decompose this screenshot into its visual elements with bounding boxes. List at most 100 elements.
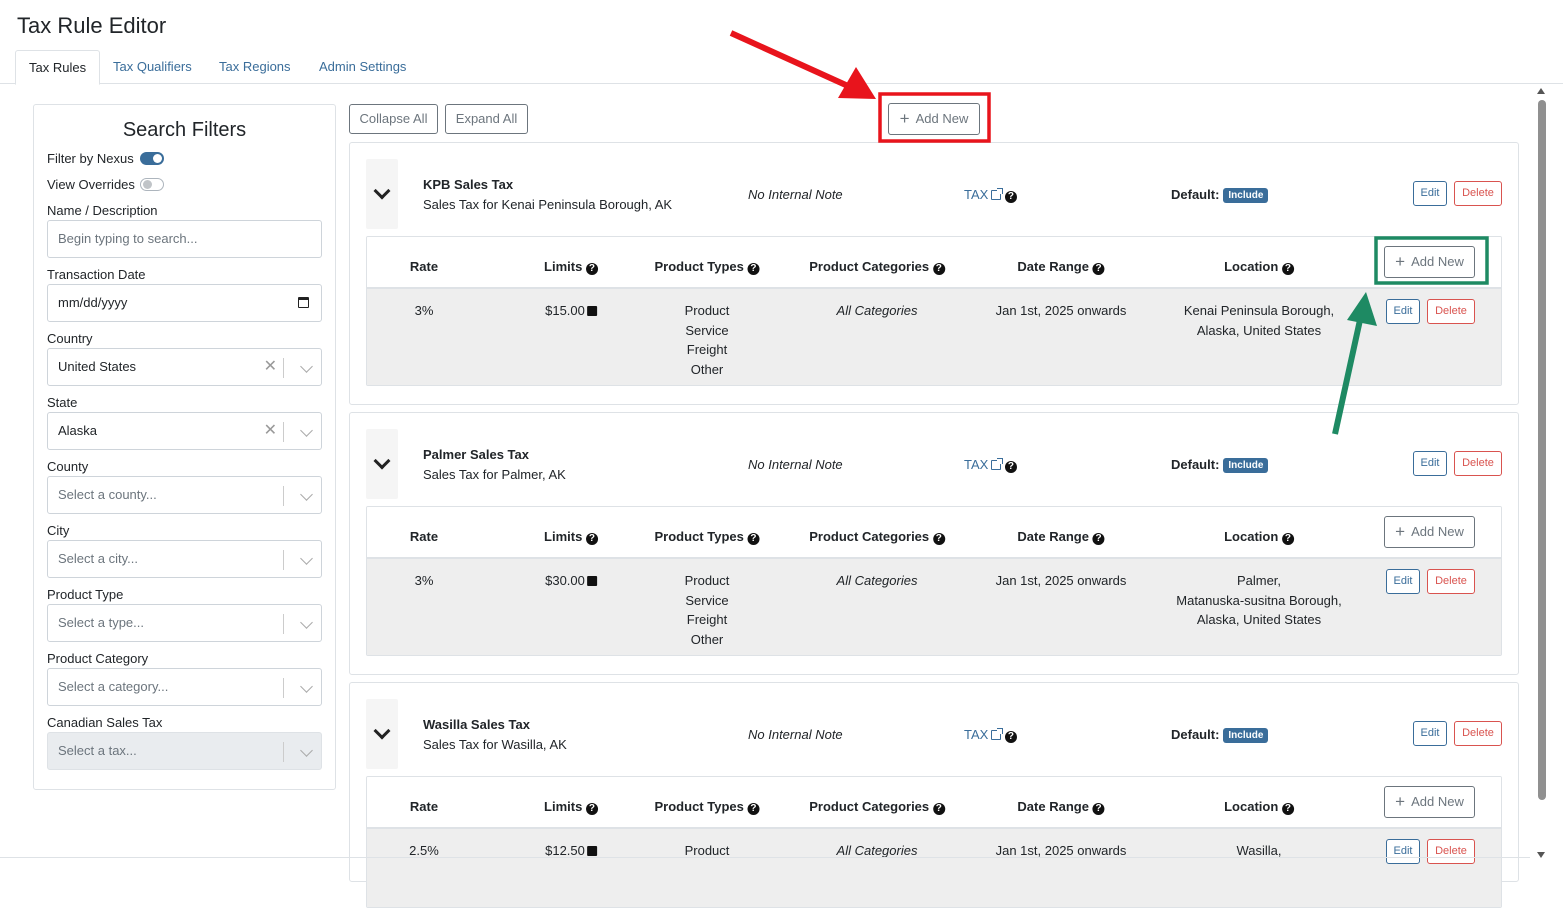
delete-rate-button[interactable]: Delete	[1427, 839, 1475, 864]
help-icon[interactable]: ?	[585, 803, 598, 815]
box-icon[interactable]	[586, 846, 597, 856]
chevron-down-icon[interactable]	[300, 488, 313, 501]
limit-value: $30.00	[545, 573, 585, 588]
edit-rate-button[interactable]: Edit	[1386, 839, 1420, 864]
tab-tax-regions[interactable]: Tax Regions	[206, 50, 304, 84]
help-icon[interactable]: ?	[747, 263, 760, 275]
tax-link[interactable]: TAX ?	[964, 187, 1017, 203]
filter-by-nexus-toggle[interactable]	[140, 152, 164, 165]
column-header: Date Range ?	[1017, 529, 1105, 545]
tax-link-label[interactable]: TAX	[964, 457, 988, 472]
transaction-date-input[interactable]: mm/dd/yyyy	[47, 284, 322, 322]
chevron-down-icon[interactable]	[300, 360, 313, 373]
external-link-icon[interactable]	[991, 458, 1004, 470]
add-rule-button[interactable]: + Add New	[888, 103, 980, 135]
state-select[interactable]: Alaska ✕	[47, 412, 322, 450]
edit-rule-button[interactable]: Edit	[1413, 451, 1447, 476]
include-badge: Include	[1223, 728, 1269, 743]
collapse-toggle-chevron-icon[interactable]	[366, 699, 398, 769]
canadian-placeholder: Select a tax...	[58, 743, 137, 758]
collapse-all-button[interactable]: Collapse All	[349, 104, 438, 134]
expand-all-button[interactable]: Expand All	[445, 104, 528, 134]
column-header: Limits ?	[544, 799, 598, 815]
scrollbar-thumb[interactable]	[1538, 100, 1546, 800]
external-link-icon[interactable]	[991, 188, 1004, 200]
product-category-select[interactable]: Select a category...	[47, 668, 322, 706]
help-icon[interactable]: ?	[1004, 191, 1017, 203]
categories-cell: All Categories	[836, 573, 918, 588]
help-icon[interactable]: ?	[1281, 533, 1294, 545]
edit-rule-button[interactable]: Edit	[1413, 181, 1447, 206]
chevron-down-icon[interactable]	[300, 616, 313, 629]
edit-rule-button[interactable]: Edit	[1413, 721, 1447, 746]
product-type-select[interactable]: Select a type...	[47, 604, 322, 642]
tab-admin-settings[interactable]: Admin Settings	[306, 50, 419, 84]
delete-rate-button[interactable]: Delete	[1427, 299, 1475, 324]
edit-rate-button[interactable]: Edit	[1386, 299, 1420, 324]
product-category-label: Product Category	[47, 651, 149, 666]
chevron-down-icon[interactable]	[300, 680, 313, 693]
product-type-label: Product Type	[47, 587, 124, 602]
help-icon[interactable]: ?	[1092, 803, 1105, 815]
add-rate-button[interactable]: + Add New	[1384, 786, 1475, 818]
help-icon[interactable]: ?	[1092, 263, 1105, 275]
city-select[interactable]: Select a city...	[47, 540, 322, 578]
delete-rule-button[interactable]: Delete	[1454, 451, 1502, 476]
tax-link-label[interactable]: TAX	[964, 727, 988, 742]
delete-rate-button[interactable]: Delete	[1427, 569, 1475, 594]
country-select[interactable]: United States ✕	[47, 348, 322, 386]
delete-rule-button[interactable]: Delete	[1454, 721, 1502, 746]
help-icon[interactable]: ?	[585, 263, 598, 275]
help-icon[interactable]: ?	[932, 803, 945, 815]
scrollbar[interactable]	[1536, 88, 1546, 858]
help-icon[interactable]: ?	[1004, 461, 1017, 473]
column-header-label: Rate	[409, 529, 439, 544]
delete-rule-button[interactable]: Delete	[1454, 181, 1502, 206]
column-header-label: Product Categories	[809, 259, 930, 274]
help-icon[interactable]: ?	[1281, 263, 1294, 275]
county-select[interactable]: Select a county...	[47, 476, 322, 514]
add-rate-label: Add New	[1411, 794, 1464, 809]
add-rate-button[interactable]: + Add New	[1384, 516, 1475, 548]
product-type-item: Freight	[686, 342, 728, 357]
collapse-toggle-chevron-icon[interactable]	[366, 159, 398, 229]
help-icon[interactable]: ?	[1092, 533, 1105, 545]
table-row: 3% $30.00 Product Service Freight Other All Ca…	[367, 559, 1501, 655]
scroll-up-icon[interactable]	[1537, 88, 1545, 94]
view-overrides-toggle[interactable]	[140, 178, 164, 191]
help-icon[interactable]: ?	[932, 263, 945, 275]
column-header: Product Types ?	[655, 259, 760, 275]
tab-tax-rules[interactable]: Tax Rules	[15, 50, 101, 85]
collapse-toggle-chevron-icon[interactable]	[366, 429, 398, 499]
clear-icon[interactable]: ✕	[264, 413, 277, 449]
box-icon[interactable]	[586, 576, 597, 586]
tab-tax-qualifiers[interactable]: Tax Qualifiers	[100, 50, 205, 84]
tax-link[interactable]: TAX ?	[964, 727, 1017, 743]
chevron-down-icon[interactable]	[300, 552, 313, 565]
scroll-down-icon[interactable]	[1537, 852, 1545, 858]
edit-rate-button[interactable]: Edit	[1386, 569, 1420, 594]
product-type-item: Product	[684, 303, 730, 318]
state-label: State	[47, 395, 78, 410]
clear-icon[interactable]: ✕	[264, 349, 277, 385]
location-cell: Kenai Peninsula Borough, Alaska, United S…	[1184, 301, 1334, 340]
help-icon[interactable]: ?	[1004, 731, 1017, 743]
box-icon[interactable]	[586, 306, 597, 316]
name-search-input[interactable]: Begin typing to search...	[47, 220, 322, 258]
rule-name: Palmer Sales Tax	[423, 447, 529, 462]
city-label: City	[47, 523, 70, 538]
tax-link-label[interactable]: TAX	[964, 187, 988, 202]
tax-link[interactable]: TAX ?	[964, 457, 1017, 473]
chevron-down-icon[interactable]	[300, 424, 313, 437]
external-link-icon[interactable]	[991, 728, 1004, 740]
add-rate-button[interactable]: + Add New	[1384, 246, 1475, 278]
select-separator	[283, 742, 284, 762]
help-icon[interactable]: ?	[747, 533, 760, 545]
help-icon[interactable]: ?	[747, 803, 760, 815]
plus-icon: +	[1395, 792, 1406, 811]
help-icon[interactable]: ?	[1281, 803, 1294, 815]
help-icon[interactable]: ?	[932, 533, 945, 545]
help-icon[interactable]: ?	[585, 533, 598, 545]
calendar-icon[interactable]	[298, 297, 309, 308]
product-types-cell: Product Service Freight Other	[685, 571, 730, 649]
